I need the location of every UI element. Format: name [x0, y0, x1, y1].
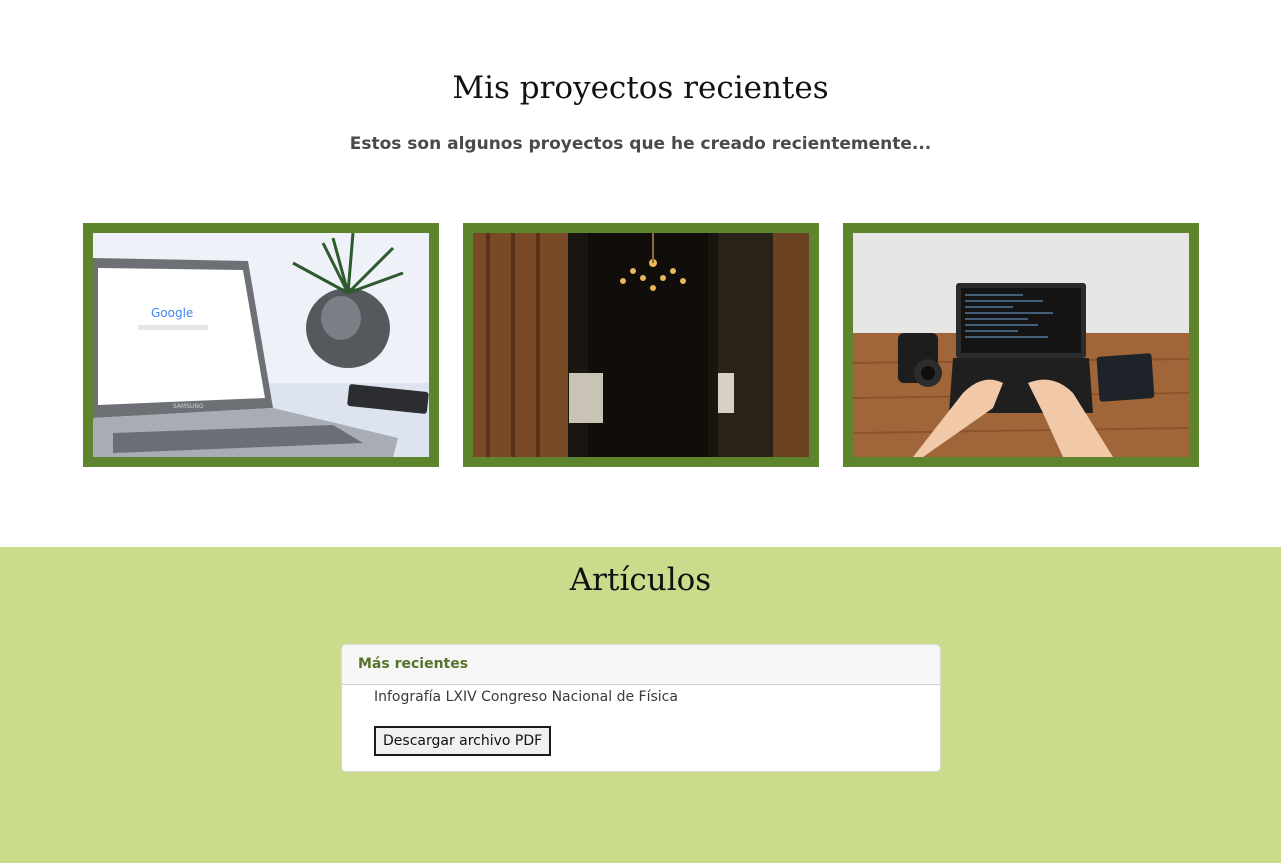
projects-section: Mis proyectos recientes Estos son alguno… — [0, 0, 1281, 547]
project-card-3[interactable] — [843, 223, 1199, 467]
download-pdf-button[interactable]: Descargar archivo PDF — [374, 726, 552, 756]
projects-subtitle: Estos son algunos proyectos que he cread… — [349, 134, 932, 154]
project-card-1[interactable]: Google SAMSUNG — [83, 223, 439, 467]
articles-section: Artículos Más recientes Infografía LXIV … — [0, 547, 1281, 863]
article-title: Infografía LXIV Congreso Nacional de Fís… — [374, 689, 678, 705]
articles-title: Artículos — [569, 562, 712, 598]
chandelier-hall-photo — [473, 233, 809, 457]
recent-articles-panel: Más recientes Infografía LXIV Congreso N… — [341, 644, 941, 772]
laptop-google-photo: Google SAMSUNG — [93, 233, 429, 457]
laptop-coding-photo — [853, 233, 1189, 457]
svg-text:Google: Google — [151, 306, 193, 320]
svg-text:SAMSUNG: SAMSUNG — [173, 403, 204, 410]
panel-header: Más recientes — [342, 645, 940, 685]
project-card-2[interactable] — [463, 223, 819, 467]
projects-title: Mis proyectos recientes — [452, 70, 829, 106]
